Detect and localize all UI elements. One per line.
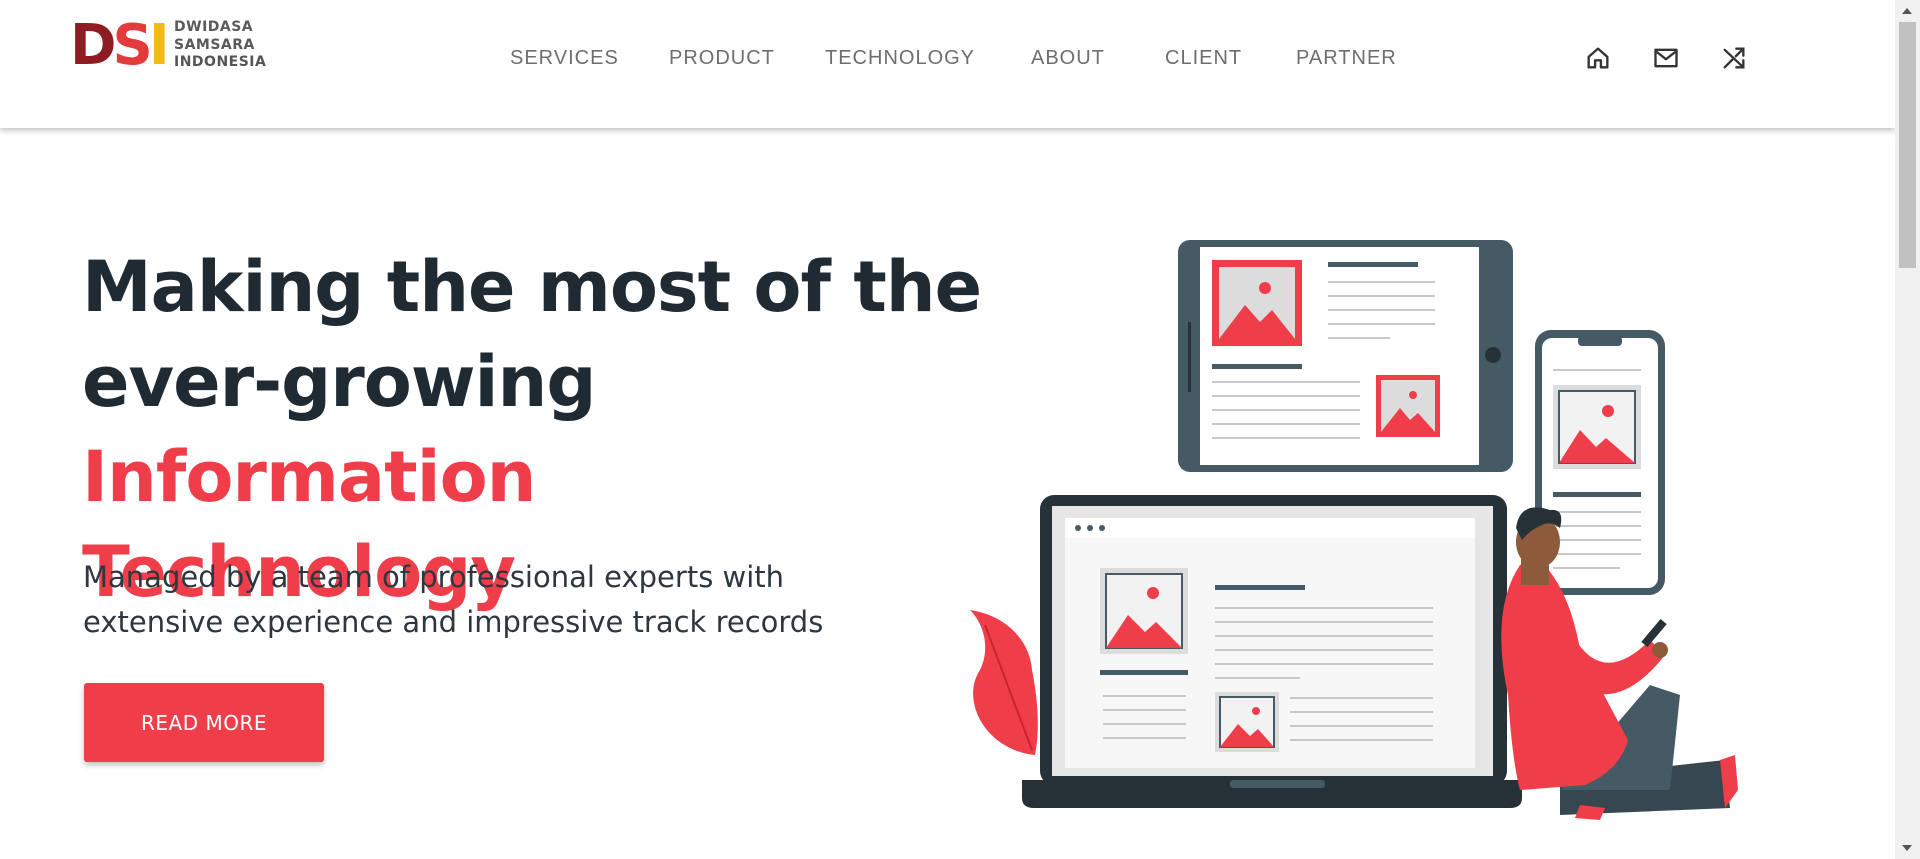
scroll-thumb[interactable]: [1899, 22, 1916, 268]
laptop-device: [1022, 495, 1522, 808]
read-more-button[interactable]: READ MORE: [84, 683, 324, 762]
devices-illustration: [970, 240, 1738, 820]
shuffle-icon[interactable]: [1720, 44, 1748, 72]
nav-about[interactable]: ABOUT: [1031, 47, 1105, 70]
home-icon[interactable]: [1584, 44, 1612, 72]
scroll-down-arrow-icon[interactable]: [1902, 845, 1912, 851]
hero-subtitle-line-1: Managed by a team of professional expert…: [83, 560, 785, 594]
nav-technology[interactable]: TECHNOLOGY: [825, 47, 975, 70]
scroll-up-arrow-icon[interactable]: [1902, 8, 1912, 14]
site-header: DSI DWIDASA SAMSARA INDONESIA SERVICES P…: [0, 0, 1895, 128]
nav-client[interactable]: CLIENT: [1165, 47, 1242, 70]
hero-title-line-2: ever-growing: [82, 341, 596, 423]
page-scrollbar[interactable]: [1895, 0, 1920, 859]
leaf-decoration: [970, 610, 1038, 755]
hero-subtitle-line-2: extensive experience and impressive trac…: [83, 605, 824, 639]
hero-subtitle: Managed by a team of professional expert…: [83, 555, 903, 645]
nav-services[interactable]: SERVICES: [510, 47, 619, 70]
nav-partner[interactable]: PARTNER: [1296, 47, 1397, 70]
hero-title-line-1: Making the most of the: [82, 246, 982, 328]
tablet-device: [1178, 240, 1513, 472]
mail-icon[interactable]: [1652, 44, 1680, 72]
nav-product[interactable]: PRODUCT: [669, 47, 775, 70]
